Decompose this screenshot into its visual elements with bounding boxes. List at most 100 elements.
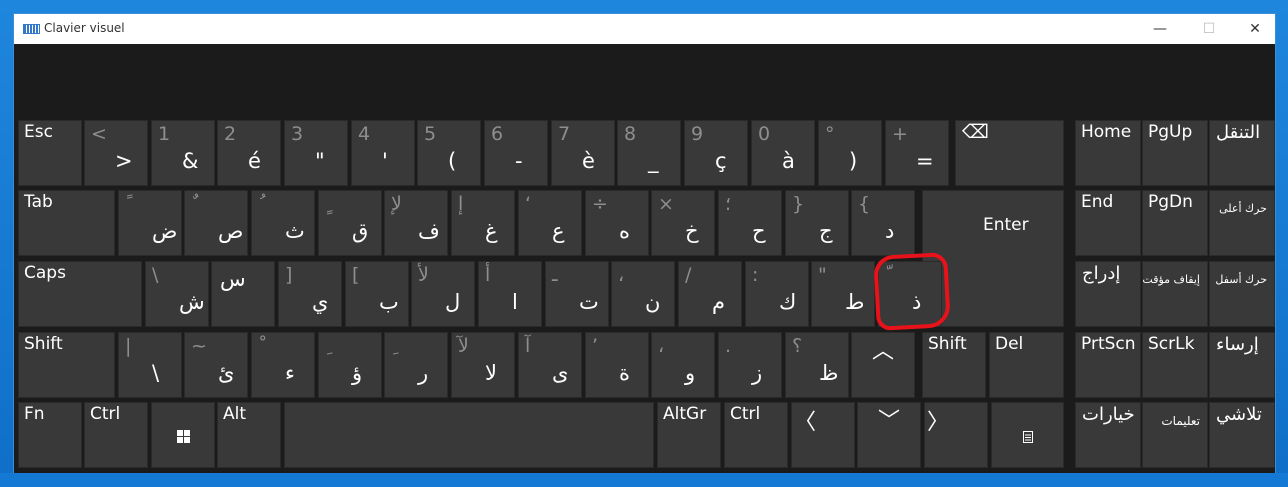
key-less-than[interactable]: < >	[84, 120, 148, 186]
key-backslash[interactable]: | \	[118, 332, 182, 398]
key-exclamation[interactable]: ؟ ظ	[785, 332, 849, 398]
key-shift-left[interactable]: Shift	[18, 332, 115, 398]
key-esc[interactable]: Esc	[18, 120, 82, 186]
key-plus[interactable]: + =	[885, 120, 949, 186]
key-backspace[interactable]: ⌫	[955, 120, 1064, 186]
title-bar[interactable]: Clavier visuel — ☐ ✕	[14, 14, 1275, 44]
key-char: م	[712, 290, 726, 314]
key-n[interactable]: آى	[518, 332, 582, 398]
key-arrow-up[interactable]: ︿	[851, 332, 915, 398]
key-label: Shift	[928, 334, 967, 354]
key-tab[interactable]: Tab	[18, 190, 115, 256]
key-fn[interactable]: Fn	[18, 402, 82, 468]
key-l[interactable]: / م	[678, 261, 742, 327]
key-v[interactable]: ِر	[384, 332, 448, 398]
key-scrlk[interactable]: ScrLk	[1142, 332, 1208, 398]
key-j[interactable]: ـت	[545, 261, 609, 327]
close-button[interactable]: ✕	[1232, 14, 1278, 44]
key-char: _	[648, 149, 659, 173]
key-semicolon[interactable]: ، و	[651, 332, 715, 398]
key-4[interactable]: 4 '	[351, 120, 415, 186]
key-char: ف	[418, 219, 440, 243]
key-q[interactable]: \ ش	[145, 261, 209, 327]
key-shift-char: ،	[618, 264, 625, 286]
key-s[interactable]: س	[211, 261, 275, 327]
key-1[interactable]: 1 &	[151, 120, 215, 186]
key-end[interactable]: End	[1075, 190, 1141, 256]
key-2[interactable]: 2é	[217, 120, 281, 186]
key-x[interactable]: ْء	[251, 332, 315, 398]
key-y[interactable]: إغ	[451, 190, 515, 256]
key-char: ض	[152, 219, 178, 243]
key-w[interactable]: ~ ئ	[184, 332, 248, 398]
key-e[interactable]: ُث	[251, 190, 315, 256]
key-options[interactable]: خيارات	[1075, 402, 1141, 468]
key-home[interactable]: Home	[1075, 120, 1141, 186]
key-u-grave[interactable]: " ط	[811, 261, 875, 327]
key-altgr[interactable]: AltGr	[657, 402, 721, 468]
key-6[interactable]: 6-	[484, 120, 548, 186]
key-t[interactable]: لإ ف	[384, 190, 448, 256]
key-comma[interactable]: ’ ة	[585, 332, 649, 398]
key-d[interactable]: ] ي	[278, 261, 342, 327]
key-z[interactable]: ٌص	[184, 190, 248, 256]
key-0[interactable]: 0à	[751, 120, 815, 186]
key-pgup[interactable]: PgUp	[1142, 120, 1208, 186]
key-shift-char: 2	[224, 123, 237, 145]
key-a[interactable]: ًض	[118, 190, 182, 256]
key-colon[interactable]: .ز	[718, 332, 782, 398]
key-shift-char: 0	[758, 123, 771, 145]
key-space[interactable]	[284, 402, 654, 468]
key-alt[interactable]: Alt	[217, 402, 281, 468]
key-o[interactable]: × خ	[651, 190, 715, 256]
key-char: )	[849, 149, 858, 173]
key-r[interactable]: ٍق	[318, 190, 382, 256]
key-menu[interactable]	[991, 402, 1064, 468]
key-move-up[interactable]: حرك أعلى	[1209, 190, 1275, 256]
key-g[interactable]: لأ ل	[411, 261, 475, 327]
key-ctrl-right[interactable]: Ctrl	[724, 402, 788, 468]
key-p[interactable]: ؛ ح	[718, 190, 782, 256]
key-navigate[interactable]: التنقل	[1209, 120, 1275, 186]
key-prtscn[interactable]: PrtScn	[1075, 332, 1141, 398]
key-char: "	[315, 149, 325, 173]
key-k[interactable]: ، ن	[611, 261, 675, 327]
key-f[interactable]: [ب	[345, 261, 409, 327]
key-move-down[interactable]: حرك أسفل	[1209, 261, 1275, 327]
key-5[interactable]: 5(	[417, 120, 481, 186]
key-label: تعليمات	[1161, 414, 1200, 428]
key-m[interactable]: :ك	[745, 261, 809, 327]
key-windows[interactable]	[151, 402, 215, 468]
key-3[interactable]: 3 "	[284, 120, 348, 186]
key-arrow-left[interactable]: 〈	[791, 402, 855, 468]
key-9[interactable]: 9ç	[684, 120, 748, 186]
key-insert[interactable]: إدراج	[1075, 261, 1141, 327]
key-7[interactable]: 7è	[551, 120, 615, 186]
key-pgdn[interactable]: PgDn	[1142, 190, 1208, 256]
key-char: ء	[285, 361, 295, 385]
key-degree[interactable]: °)	[818, 120, 882, 186]
key-ctrl-left[interactable]: Ctrl	[84, 402, 148, 468]
key-c[interactable]: ِؤ	[318, 332, 382, 398]
key-brace-left[interactable]: {د	[851, 190, 915, 256]
key-brace-right[interactable]: } ج	[785, 190, 849, 256]
key-fade[interactable]: تلاشي	[1209, 402, 1275, 468]
key-arrow-right[interactable]: 〉	[924, 402, 988, 468]
key-u[interactable]: ‘ع	[518, 190, 582, 256]
key-pause[interactable]: إيقاف مؤقت	[1142, 261, 1208, 327]
key-arrow-down[interactable]: ﹀	[857, 402, 921, 468]
key-8[interactable]: 8 _	[617, 120, 681, 186]
key-label: حرك أسفل	[1215, 273, 1267, 286]
key-h[interactable]: أا	[478, 261, 542, 327]
key-label: Alt	[223, 404, 247, 424]
key-help[interactable]: تعليمات	[1142, 402, 1208, 468]
maximize-button[interactable]: ☐	[1186, 14, 1232, 44]
key-b[interactable]: لآ لا	[451, 332, 515, 398]
key-shift-char: ؟	[792, 335, 803, 357]
minimize-button[interactable]: —	[1137, 14, 1183, 44]
key-dock[interactable]: إرساء	[1209, 332, 1275, 398]
key-del[interactable]: Del	[989, 332, 1064, 398]
key-shift-right[interactable]: Shift	[922, 332, 986, 398]
key-caps[interactable]: Caps	[18, 261, 142, 327]
key-i[interactable]: ÷ ه	[585, 190, 649, 256]
